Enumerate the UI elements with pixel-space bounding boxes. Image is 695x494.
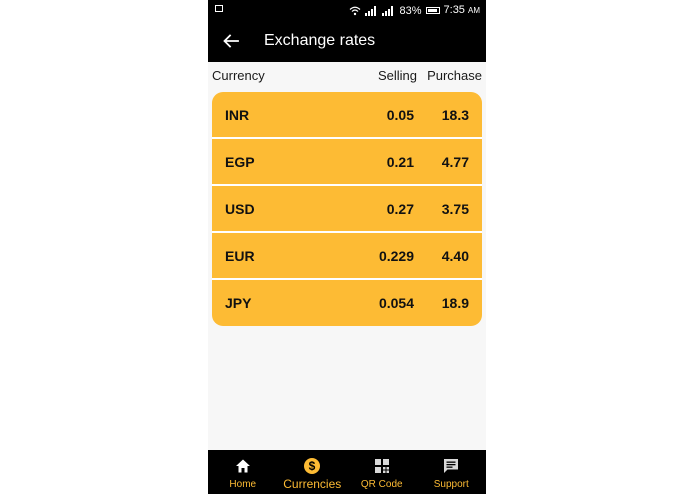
purchase-rate: 18.3 — [441, 107, 469, 123]
selling-rate: 0.27 — [386, 201, 414, 217]
qr-code-icon — [374, 459, 389, 473]
currency-code: EUR — [225, 248, 255, 264]
column-header-selling: Selling — [377, 68, 417, 83]
home-icon — [235, 459, 250, 473]
signal-icon — [365, 5, 377, 16]
phone-screen: 83% 7:35 AM Exchange rates Currency Sell… — [208, 0, 486, 494]
table-row[interactable]: USD 0.27 3.75 — [212, 186, 482, 233]
battery-percent: 83% — [399, 4, 422, 17]
back-button[interactable] — [218, 28, 244, 54]
selling-rate: 0.054 — [378, 295, 414, 311]
wifi-icon — [350, 6, 361, 15]
table-row[interactable]: EUR 0.229 4.40 — [212, 233, 482, 280]
currency-code: JPY — [225, 295, 252, 311]
table-row[interactable]: JPY 0.054 18.9 — [212, 280, 482, 326]
nav-item-qr-code[interactable]: QR Code — [347, 450, 417, 494]
bottom-nav: Home $ Currencies QR Code Support — [208, 450, 486, 494]
clock-time: 7:35 — [443, 4, 465, 16]
clock: 7:35 AM — [444, 3, 480, 18]
svg-text:$: $ — [309, 459, 316, 473]
currency-code: USD — [225, 201, 255, 217]
nav-label-qr-code: QR Code — [360, 479, 403, 490]
arrow-left-icon — [223, 34, 239, 48]
table-row[interactable]: EGP 0.21 4.77 — [212, 139, 482, 186]
nav-item-support[interactable]: Support — [417, 450, 487, 494]
clock-ampm: AM — [468, 6, 480, 15]
nav-label-support: Support — [433, 479, 469, 490]
selling-rate: 0.229 — [378, 248, 414, 264]
nav-item-home[interactable]: Home — [208, 450, 278, 494]
purchase-rate: 4.77 — [441, 154, 469, 170]
battery-icon — [425, 7, 440, 14]
dollar-icon: $ — [304, 458, 321, 474]
rates-table: INR 0.05 18.3 EGP 0.21 4.77 USD 0.27 3.7… — [212, 92, 482, 326]
column-header-purchase: Purchase — [427, 68, 482, 83]
signal-icon-2 — [382, 5, 394, 16]
status-indicators: 83% 7:35 AM — [349, 3, 480, 18]
chat-icon — [444, 459, 459, 473]
column-header-currency: Currency — [212, 68, 265, 83]
nav-label-home: Home — [229, 479, 257, 490]
selling-rate: 0.05 — [386, 107, 414, 123]
app-bar: Exchange rates — [208, 20, 486, 62]
nav-item-currencies[interactable]: $ Currencies — [278, 450, 348, 494]
purchase-rate: 18.9 — [441, 295, 469, 311]
nav-label-currencies: Currencies — [283, 477, 342, 491]
page-title: Exchange rates — [264, 32, 376, 49]
gallery-notification-icon — [215, 5, 223, 12]
status-bar: 83% 7:35 AM — [208, 0, 486, 20]
currency-code: EGP — [225, 154, 255, 170]
table-header: Currency Selling Purchase — [208, 64, 486, 88]
selling-rate: 0.21 — [386, 154, 414, 170]
table-row[interactable]: INR 0.05 18.3 — [212, 92, 482, 139]
purchase-rate: 4.40 — [441, 248, 469, 264]
currency-code: INR — [225, 107, 250, 123]
purchase-rate: 3.75 — [441, 201, 469, 217]
